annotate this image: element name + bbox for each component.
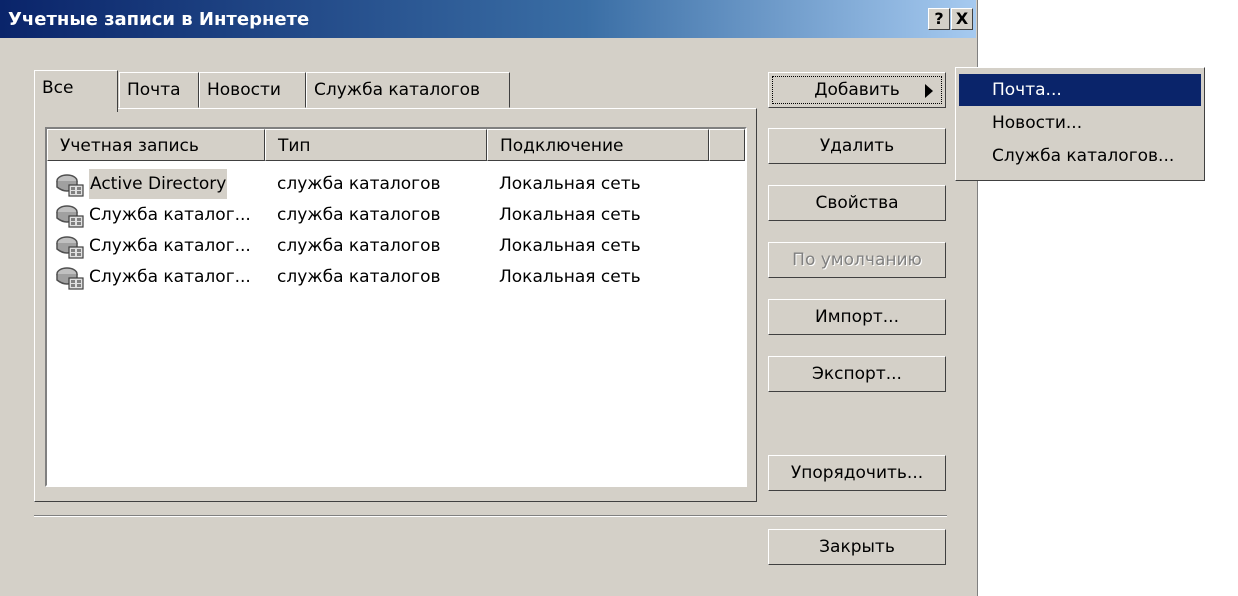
tab-all-label: Все [42, 78, 74, 98]
question-mark-icon: ? [934, 9, 944, 28]
set-order-button-label: Упорядочить... [790, 463, 924, 483]
tab-all[interactable]: Все [34, 70, 118, 112]
directory-service-icon [55, 173, 87, 197]
tab-directory-service[interactable]: Служба каталогов [306, 72, 510, 108]
table-row[interactable]: Active Directory служба каталогов Локальна… [55, 169, 735, 199]
close-icon: X [955, 9, 969, 28]
set-default-button[interactable]: По умолчанию [768, 242, 946, 278]
column-header-type-label: Тип [278, 136, 311, 156]
help-button[interactable]: ? [928, 8, 950, 30]
account-name: Active Directory [89, 169, 228, 199]
set-order-button[interactable]: Упорядочить... [768, 455, 946, 491]
import-button[interactable]: Импорт... [768, 299, 946, 335]
table-row[interactable]: Служба каталог... служба каталогов Локальн… [55, 200, 735, 230]
account-name: Служба каталог... [89, 205, 251, 225]
directory-service-icon [55, 266, 87, 290]
account-name: Служба каталог... [89, 236, 251, 256]
account-connection: Локальная сеть [499, 236, 641, 256]
column-header-filler [709, 129, 745, 161]
window-title: Учетные записи в Интернете [8, 9, 310, 30]
tab-news[interactable]: Новости [199, 72, 306, 108]
accounts-list[interactable]: Учетная запись Тип Подключение Active Di… [45, 127, 747, 487]
column-header-type[interactable]: Тип [265, 129, 487, 161]
close-window-button[interactable]: X [951, 8, 973, 30]
properties-button-label: Свойства [815, 193, 899, 213]
properties-button[interactable]: Свойства [768, 185, 946, 221]
account-connection: Локальная сеть [499, 174, 641, 194]
title-bar[interactable]: Учетные записи в Интернете ? X [0, 0, 976, 38]
menu-item-news-label: Новости... [992, 113, 1083, 133]
tab-directory-service-label: Служба каталогов [314, 80, 481, 100]
remove-button-label: Удалить [819, 136, 895, 156]
menu-item-mail-label: Почта... [992, 80, 1062, 100]
tab-mail-label: Почта [127, 80, 181, 100]
account-name: Служба каталог... [89, 267, 251, 287]
directory-service-icon [55, 235, 87, 259]
close-button-label: Закрыть [819, 537, 895, 557]
table-row[interactable]: Служба каталог... служба каталогов Локальн… [55, 262, 735, 292]
menu-item-mail[interactable]: Почта... [959, 74, 1201, 106]
tab-news-label: Новости [207, 80, 281, 100]
menu-item-directory-service[interactable]: Служба каталогов... [959, 140, 1201, 172]
export-button-label: Экспорт... [812, 364, 902, 384]
tab-mail[interactable]: Почта [119, 72, 199, 108]
add-button-label: Добавить [814, 80, 900, 100]
column-header-connection-label: Подключение [500, 136, 624, 156]
close-button[interactable]: Закрыть [768, 529, 946, 565]
column-header-account-label: Учетная запись [60, 136, 199, 156]
account-connection: Локальная сеть [499, 267, 641, 287]
account-type: служба каталогов [277, 205, 441, 225]
add-button[interactable]: Добавить [768, 72, 946, 108]
account-connection: Локальная сеть [499, 205, 641, 225]
menu-item-directory-service-label: Служба каталогов... [992, 146, 1175, 166]
submenu-arrow-icon [925, 84, 933, 98]
internet-accounts-dialog: Учетные записи в Интернете ? X Все Почта… [0, 0, 978, 596]
account-type: служба каталогов [277, 174, 441, 194]
table-row[interactable]: Служба каталог... служба каталогов Локальн… [55, 231, 735, 261]
remove-button[interactable]: Удалить [768, 128, 946, 164]
export-button[interactable]: Экспорт... [768, 356, 946, 392]
set-default-button-label: По умолчанию [792, 250, 922, 270]
column-header-connection[interactable]: Подключение [487, 129, 709, 161]
menu-item-news[interactable]: Новости... [959, 107, 1201, 139]
directory-service-icon [55, 204, 87, 228]
add-submenu: Почта... Новости... Служба каталогов... [955, 67, 1205, 181]
account-type: служба каталогов [277, 236, 441, 256]
account-type: служба каталогов [277, 267, 441, 287]
import-button-label: Импорт... [815, 307, 899, 327]
separator [34, 515, 947, 517]
column-header-account[interactable]: Учетная запись [47, 129, 265, 161]
